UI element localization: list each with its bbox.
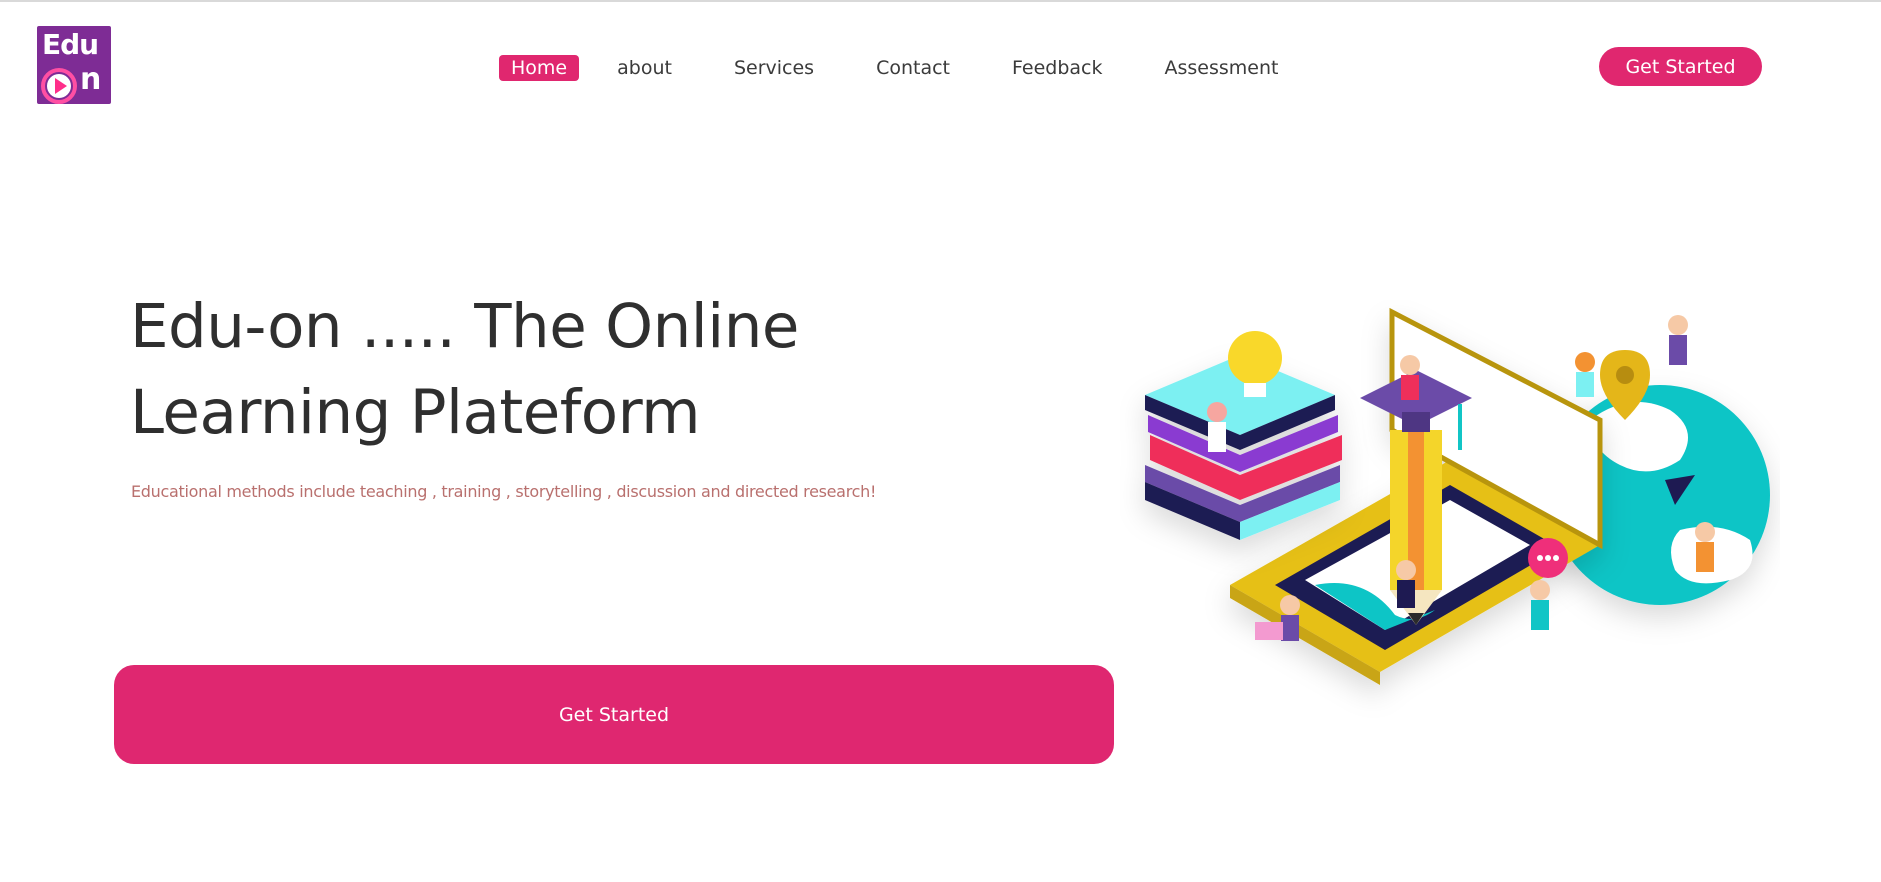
logo-text-on: n [80, 62, 102, 97]
hero-get-started-button[interactable]: Get Started [114, 665, 1114, 764]
online-learning-illustration [1145, 307, 1770, 685]
edu-on-logo[interactable]: Edu n [37, 26, 111, 104]
nav-feedback[interactable]: Feedback [1000, 55, 1114, 81]
main-nav: Home about Services Contact Feedback Ass… [499, 53, 1328, 82]
books-icon [1145, 355, 1342, 540]
top-border [0, 0, 1881, 2]
nav-assessment[interactable]: Assessment [1152, 55, 1290, 81]
nav-services[interactable]: Services [722, 55, 826, 81]
play-icon [41, 68, 77, 104]
logo-text-edu: Edu [42, 28, 99, 61]
nav-contact[interactable]: Contact [864, 55, 962, 81]
nav-about[interactable]: about [605, 55, 684, 81]
hero-title: Edu-on ..... The Online Learning Platefo… [130, 291, 799, 448]
hero-subtitle: Educational methods include teaching , t… [131, 482, 877, 501]
header-get-started-button[interactable]: Get Started [1599, 47, 1762, 86]
chat-bubble-icon [1528, 538, 1568, 578]
nav-home[interactable]: Home [499, 54, 580, 81]
